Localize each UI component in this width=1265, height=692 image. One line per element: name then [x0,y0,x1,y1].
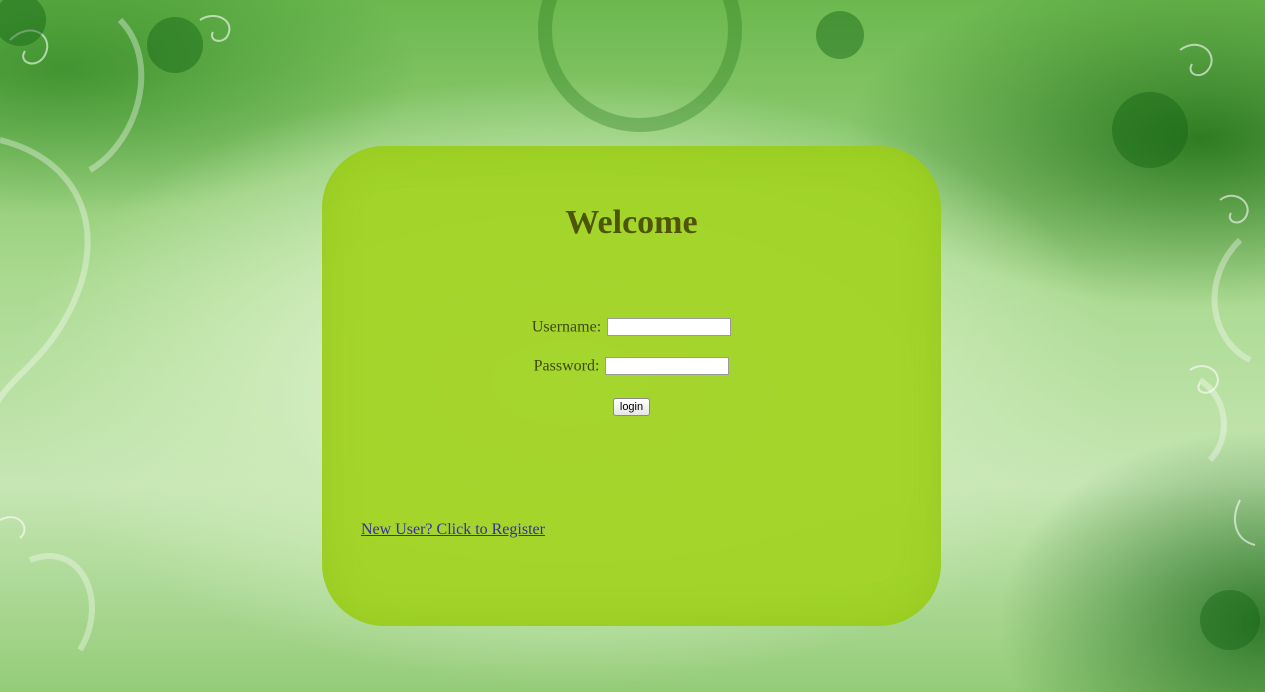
username-input[interactable] [607,318,732,337]
username-row: Username: [322,318,941,337]
login-button-row: login [322,397,941,416]
page-title: Welcome [565,204,698,241]
register-link[interactable]: New User? Click to Register [361,521,545,539]
login-button[interactable]: login [612,398,651,416]
username-label: Username: [531,318,602,336]
password-label: Password: [533,357,600,375]
password-input[interactable] [605,357,730,376]
login-card: Welcome Username: Password: login New Us… [322,146,941,626]
password-row: Password: [322,357,941,376]
